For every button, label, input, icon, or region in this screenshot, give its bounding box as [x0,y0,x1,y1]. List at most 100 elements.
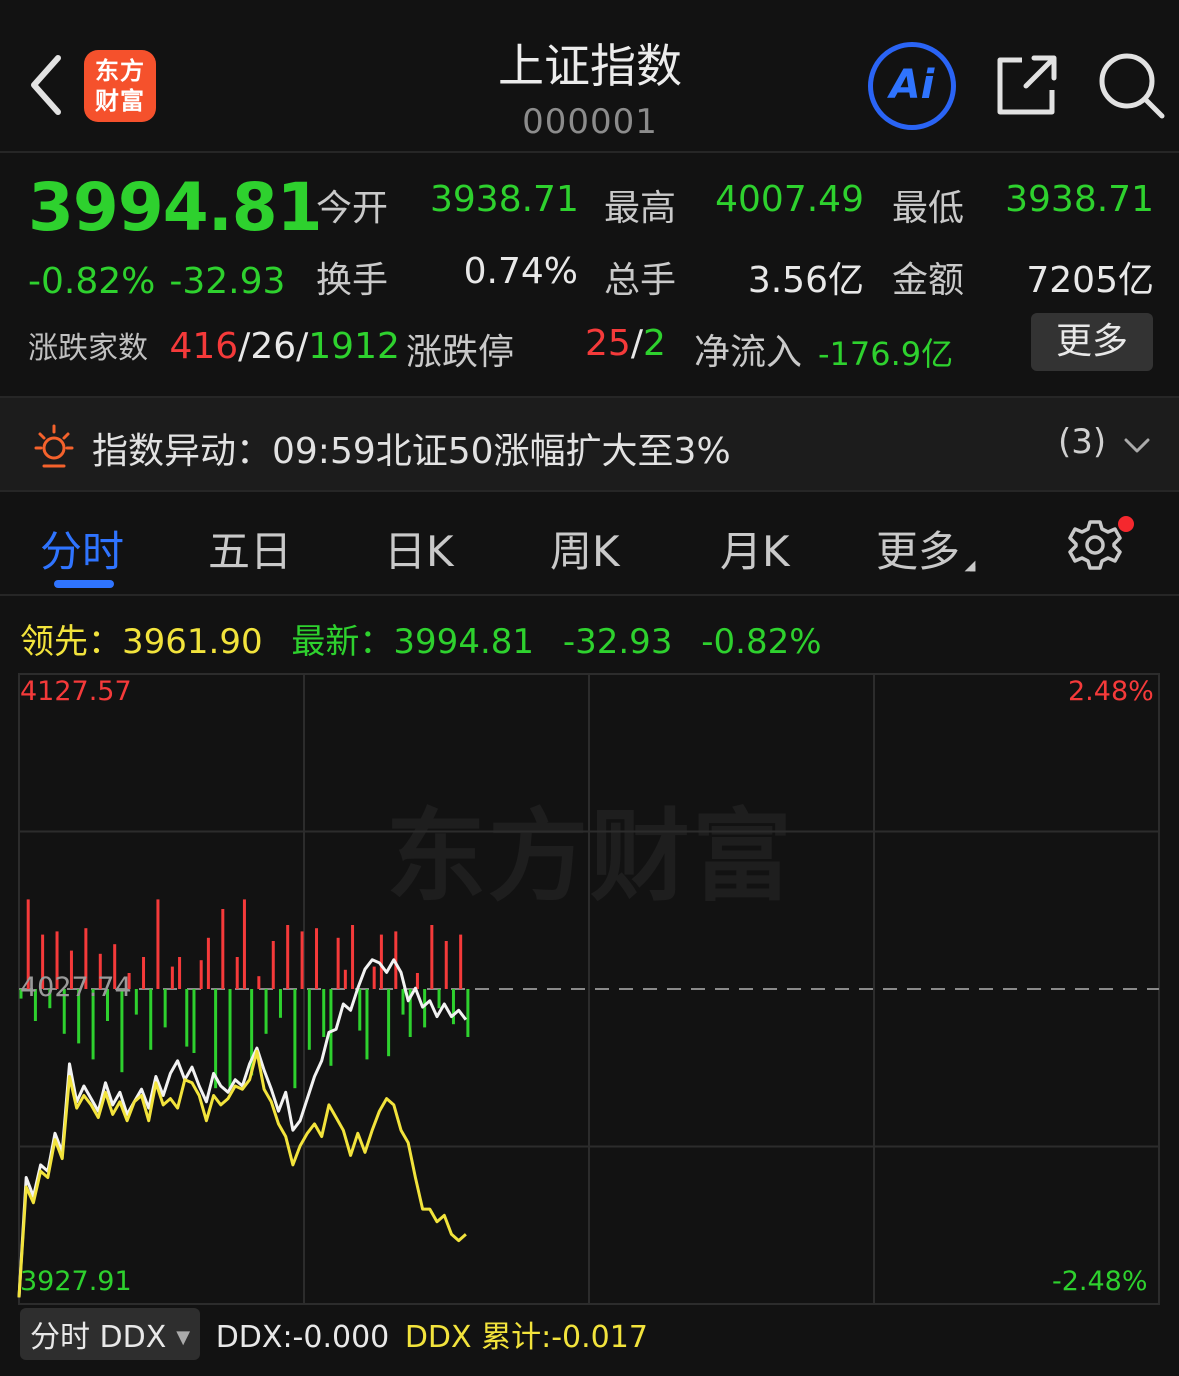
limit-stats: 25/2 [585,323,666,364]
volume-value: 3.56亿 [747,260,864,301]
ddx-bar [401,989,405,1015]
ddx-bar [444,941,448,989]
lead-value: 3961.90 [122,622,263,662]
logo-line-2: 财富 [95,87,145,115]
ddx-cumulative: DDX 累计:-0.017 [404,1320,648,1355]
flat-count: 26 [250,326,297,367]
logo-line-1: 东方 [95,57,145,85]
tab-intraday[interactable]: 分时 [40,518,124,579]
open-label: 今开 [316,188,389,229]
ddx-bar [257,976,261,989]
ddx-bar [437,989,441,1009]
pct-axis-max: 2.48% [1068,676,1154,707]
ddx-bar [192,989,196,1053]
index-alert-bar[interactable]: 指数异动：09:59北证50涨幅扩大至3% (3) [0,396,1179,492]
price-line [17,958,468,1298]
tab-more[interactable]: 更多 [876,518,976,579]
price-lines [17,958,468,1298]
low-label: 最低 [892,188,965,229]
down-count: 1912 [308,326,400,367]
up-count: 416 [169,326,239,367]
gear-icon[interactable] [1068,518,1122,572]
ddx-bar [372,966,376,989]
back-arrow-icon[interactable] [24,50,68,120]
open-value: 3938.71 [430,179,579,220]
tab-more-label: 更多 [876,527,961,576]
ddx-bar [415,973,419,989]
price-change: -0.82% -32.93 [28,261,285,302]
page-title: 上证指数 [498,39,682,93]
ddx-bar [387,989,391,1057]
turnover-label: 换手 [316,260,389,301]
limit-down-count: 2 [642,323,666,364]
high-value: 4007.49 [715,179,864,220]
breadth-sep-2: / [296,326,309,367]
ddx-bar [134,989,138,1015]
ddx-bar [315,928,319,989]
change-amount: -32.93 [169,261,286,302]
netflow-label: 净流入 [694,332,803,373]
change-percent: -0.82% [28,261,156,302]
alert-count: (3) [1058,422,1107,462]
chart-legend: 领先：3961.90 最新：3994.81 -32.93 -0.82% [20,614,822,663]
ddx-bar [271,941,275,989]
latest-value: 3994.81 [393,622,535,662]
amount-value: 7205亿 [1026,260,1154,301]
corner-triangle-icon [964,560,976,572]
period-tabs: 分时 五日 日K 周K 月K 更多 [0,494,1179,596]
turnover-value: 0.74% [463,251,578,292]
ddx-bar [221,909,225,989]
ddx-bar [149,989,153,1050]
ddx-bar [264,989,268,1034]
latest-label: 最新： [291,622,394,662]
ddx-bar [343,969,347,989]
ddx-bar [242,899,246,989]
ddx-value: DDX:-0.000 [215,1320,390,1355]
pct-axis-min: -2.48% [1052,1266,1148,1297]
chart-grid [18,673,1160,1305]
ai-assistant-button[interactable]: Ai [868,42,956,130]
ddx-bar [278,989,282,1018]
app-logo: 东方 财富 [84,50,156,122]
tab-daily-k[interactable]: 日K [384,518,454,579]
lead-label: 领先： [20,622,122,662]
intraday-chart[interactable] [0,660,1179,1310]
search-icon[interactable] [1096,50,1166,120]
breadth-label: 涨跌家数 [28,331,148,366]
more-stats-button[interactable]: 更多 [1031,313,1153,371]
indicator-select[interactable]: 分时 DDX ▼ [20,1308,201,1360]
ddx-bar [156,899,160,989]
caret-down-icon: ▼ [176,1327,191,1348]
ddx-bar [199,960,203,989]
ddx-bar [336,937,340,989]
tab-weekly-k[interactable]: 周K [550,518,620,579]
indicator-select-label: 分时 DDX [30,1320,167,1355]
y-axis-max: 4127.57 [20,676,132,707]
ddx-bar [451,989,455,1025]
ddx-bar [358,989,362,1031]
tab-monthly-k[interactable]: 月K [720,518,790,579]
top-bar: 东方 财富 上证指数 000001 Ai [0,0,1179,153]
notification-dot [1118,516,1134,532]
ddx-bar [365,989,369,1060]
ddx-bar [235,957,239,989]
volume-label: 总手 [604,260,677,301]
alert-text: 指数异动：09:59北证50涨幅扩大至3% [92,431,731,472]
share-icon[interactable] [994,52,1060,118]
last-price: 3994.81 [28,169,323,246]
tab-five-day[interactable]: 五日 [208,518,292,579]
ddx-bar [142,957,146,989]
ddx-bar [329,989,333,1066]
ddx-indicator-row: 分时 DDX ▼ DDX:-0.000 DDX 累计:-0.017 [20,1308,648,1360]
ddx-bar [430,925,434,989]
ddx-bar [185,989,189,1047]
ddx-bar [300,931,304,989]
ddx-bar [206,937,210,989]
ddx-bar [351,925,355,989]
limit-sep: / [630,323,643,364]
chevron-down-icon[interactable] [1122,430,1152,460]
latest-percent: -0.82% [701,622,822,662]
latest-change: -32.93 [562,622,673,662]
stock-code: 000001 [522,102,658,142]
breadth-stats: 涨跌家数 416/26/1912 [28,323,400,367]
